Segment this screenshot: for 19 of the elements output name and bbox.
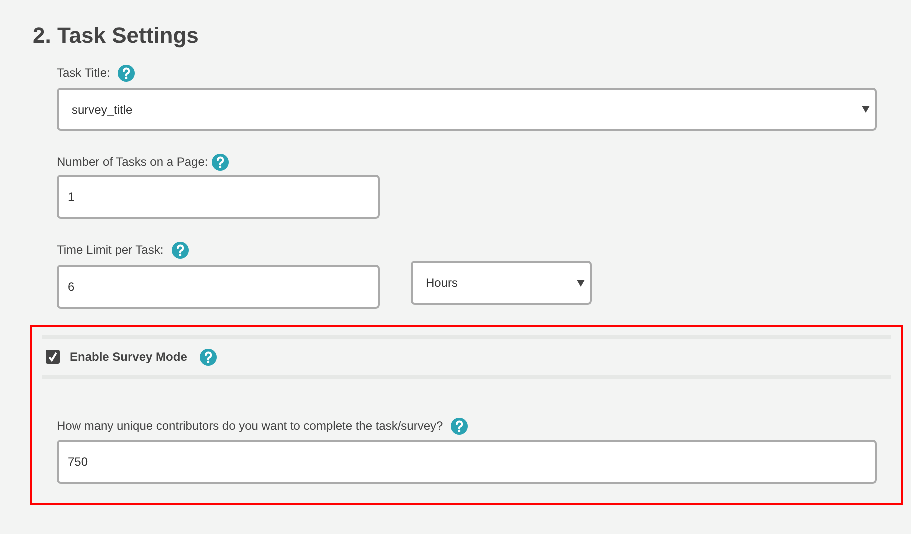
- tasks-per-page-input[interactable]: 1: [57, 175, 380, 219]
- time-unit-select[interactable]: Hours: [411, 261, 592, 305]
- field-label: How many unique contributors do you want to complete the task/survey?: [57, 418, 444, 435]
- help-icon[interactable]: [200, 348, 218, 366]
- help-icon[interactable]: [118, 64, 136, 82]
- help-icon[interactable]: [172, 242, 189, 258]
- caret-icon: [577, 280, 585, 286]
- field-label: Task Title:: [57, 65, 110, 82]
- help-icon[interactable]: [451, 418, 468, 434]
- field-label: Time Limit per Task:: [57, 242, 164, 259]
- contributors-input[interactable]: 750: [57, 440, 877, 484]
- field-label: Number of Tasks on a Page:: [57, 154, 208, 171]
- checkbox-label: Enable Survey Mode: [70, 349, 188, 366]
- help-icon[interactable]: [212, 154, 230, 170]
- checkbox[interactable]: [46, 350, 60, 364]
- task-title-select[interactable]: survey_title: [57, 88, 877, 131]
- section-title: 2. Task Settings: [33, 22, 200, 50]
- caret-icon: [862, 106, 870, 113]
- time-limit-input[interactable]: 6: [57, 265, 380, 309]
